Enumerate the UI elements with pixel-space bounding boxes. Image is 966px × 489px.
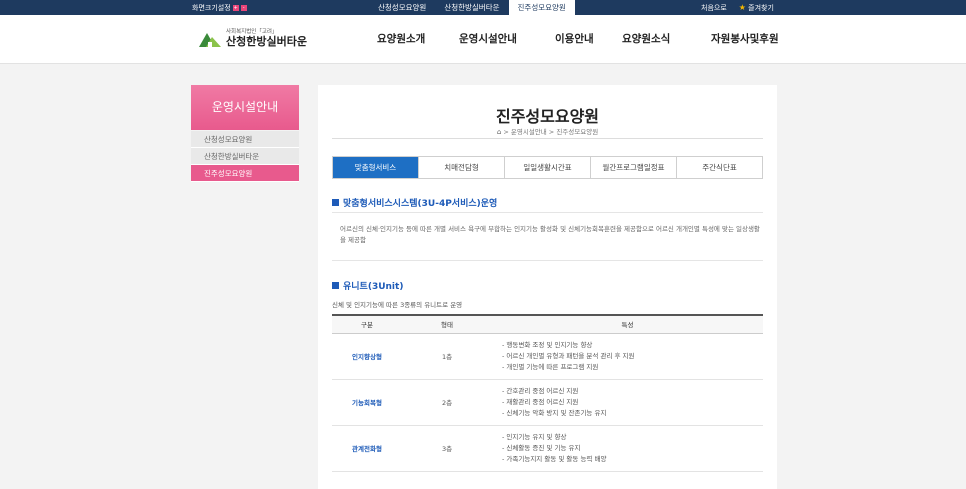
sidebar-menu: 산청성모요양원 산청한방실버타운 진주성모요양원 [191, 131, 299, 182]
sidebar-item-sancheong-hanbang[interactable]: 산청한방실버타운 [191, 148, 299, 165]
unit-table: 구분 형태 특성 인지향상형 1층 - 행동변화 조정 및 인지기능 향상 - … [332, 314, 763, 472]
font-decrease-button[interactable]: - [240, 5, 247, 11]
unit-type: 기능회복형 [332, 379, 402, 426]
feature-line: - 간호관리 중점 어르신 지원 [502, 386, 579, 395]
site-tab-jinju-seongmo[interactable]: 진주성모요양원 [508, 0, 575, 15]
unit-features: - 행동변화 조정 및 인지기능 향상 - 어르신 개인별 유형과 패턴을 분석… [492, 333, 763, 380]
feature-line: - 가족기능지지 활동 및 활동 능력 배양 [502, 454, 607, 463]
section-description: 어르신의 신체·인지기능 등에 따른 개별 서비스 욕구에 부합하는 인지기능 … [340, 225, 760, 244]
column-header: 특성 [492, 314, 763, 334]
sidebar-title: 운영시설안내 [191, 85, 299, 130]
font-size-control: 화면크기설정 + - [192, 3, 247, 13]
tab-monthly-program[interactable]: 월간프로그램일정표 [590, 157, 676, 178]
table-row: 기능회복형 2층 - 간호관리 중점 어르신 지원 - 재활관리 중점 어르신 … [332, 379, 763, 426]
nav-volunteer[interactable]: 자원봉사및후원 [711, 31, 779, 46]
site-tab-sancheong-seongmo[interactable]: 산청성모요양원 [369, 0, 436, 15]
star-icon: ★ [738, 3, 746, 12]
section-heading-custom-service: 맞춤형서비스시스템(3U-4P서비스)운영 [332, 196, 497, 209]
unit-form: 2층 [402, 379, 492, 426]
site-switch-tabs: 산청성모요양원 산청한방실버타운 진주성모요양원 [369, 0, 575, 15]
feature-line: - 재활관리 중점 어르신 지원 [502, 397, 579, 406]
font-increase-button[interactable]: + [232, 5, 239, 11]
column-header: 구분 [332, 314, 402, 334]
section-heading-text: 유니트(3Unit) [343, 282, 404, 292]
font-size-label: 화면크기설정 [192, 4, 231, 12]
site-tab-sancheong-hanbang[interactable]: 산청한방실버타운 [435, 0, 509, 15]
unit-features: - 인지기능 유지 및 향상 - 신체활동 증진 및 기능 유지 - 가족기능지… [492, 425, 763, 472]
feature-line: - 어르신 개인별 유형과 패턴을 분석 관리 후 지원 [502, 351, 635, 360]
breadcrumb: ⌂ > 운영시설안내 > 진주성모요양원 [318, 126, 777, 136]
nav-news[interactable]: 요양원소식 [622, 31, 670, 46]
unit-type: 관계전화형 [332, 425, 402, 472]
section-divider [332, 212, 763, 213]
column-header: 형태 [402, 314, 492, 334]
sidebar-item-jinju-seongmo[interactable]: 진주성모요양원 [191, 165, 299, 182]
tab-custom-service[interactable]: 맞춤형서비스 [333, 157, 418, 178]
bullet-square-icon [332, 282, 339, 289]
home-icon[interactable]: ⌂ [497, 128, 501, 136]
tab-daily-schedule[interactable]: 일일생활시간표 [504, 157, 590, 178]
main-content: 진주성모요양원 ⌂ > 운영시설안내 > 진주성모요양원 맞춤형서비스 치매전담… [318, 85, 777, 489]
tab-weekly-menu[interactable]: 주간식단표 [676, 157, 762, 178]
feature-line: - 신체활동 증진 및 기능 유지 [502, 443, 581, 452]
tab-dementia[interactable]: 치매전담형 [418, 157, 504, 178]
site-header: 사회복지법인「고려」 산청한방실버타운 요양원소개 운영시설안내 이용안내 요양… [0, 15, 966, 64]
table-header-row: 구분 형태 특성 [332, 314, 763, 334]
main-navigation: 요양원소개 운영시설안내 이용안내 요양원소식 자원봉사및후원 [0, 31, 966, 47]
title-divider [332, 138, 763, 139]
breadcrumb-path: > 운영시설안내 > 진주성모요양원 [503, 128, 599, 136]
section-heading-unit: 유니트(3Unit) [332, 279, 403, 292]
nav-about[interactable]: 요양원소개 [377, 31, 425, 46]
utility-links: 처음으로 ★ 즐겨찾기 [701, 3, 774, 13]
top-utility-bar: 화면크기설정 + - 산청성모요양원 산청한방실버타운 진주성모요양원 처음으로… [0, 0, 966, 15]
section-heading-text: 맞춤형서비스시스템(3U-4P서비스)운영 [343, 199, 498, 209]
unit-type: 인지향상형 [332, 333, 402, 380]
unit-form: 3층 [402, 425, 492, 472]
content-tabs: 맞춤형서비스 치매전담형 일일생활시간표 월간프로그램일정표 주간식단표 [332, 156, 763, 179]
bullet-square-icon [332, 199, 339, 206]
nav-facilities[interactable]: 운영시설안내 [459, 31, 517, 46]
unit-features: - 간호관리 중점 어르신 지원 - 재활관리 중점 어르신 지원 - 신체기능… [492, 379, 763, 426]
favorite-label: 즐겨찾기 [748, 4, 774, 12]
table-row: 인지향상형 1층 - 행동변화 조정 및 인지기능 향상 - 어르신 개인별 유… [332, 333, 763, 380]
table-row: 관계전화형 3층 - 인지기능 유지 및 향상 - 신체활동 증진 및 기능 유… [332, 425, 763, 472]
favorite-link[interactable]: ★ 즐겨찾기 [739, 3, 774, 13]
home-link[interactable]: 처음으로 [701, 3, 727, 13]
feature-line: - 행동변화 조정 및 인지기능 향상 [502, 340, 593, 349]
nav-usage[interactable]: 이용안내 [555, 31, 594, 46]
sidebar-item-sancheong-seongmo[interactable]: 산청성모요양원 [191, 131, 299, 148]
feature-line: - 인지기능 유지 및 향상 [502, 432, 567, 441]
section-divider [332, 260, 763, 261]
page-title: 진주성모요양원 [495, 107, 600, 126]
feature-line: - 개인별 기능에 따른 프로그램 지원 [502, 362, 599, 371]
unit-form: 1층 [402, 333, 492, 380]
unit-description: 신체 및 인지기능에 따른 3종류의 유니트로 운영 [332, 301, 463, 309]
feature-line: - 신체기능 악화 방지 및 잔존기능 유지 [502, 408, 607, 417]
